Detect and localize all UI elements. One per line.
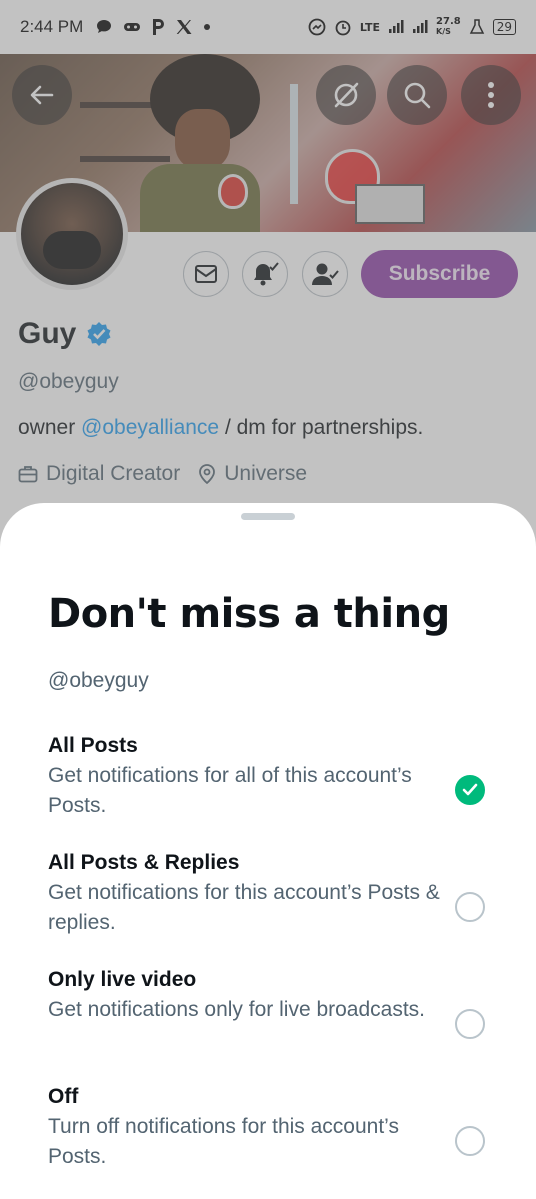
option-title: Off: [48, 1085, 79, 1108]
sheet-handle: @obeyguy: [48, 669, 149, 692]
notification-settings-sheet: Don't miss a thing @obeyguy All Posts Ge…: [0, 503, 536, 1199]
check-icon: [462, 783, 478, 796]
option-only-live-video[interactable]: Only live video Get notifications only f…: [48, 965, 498, 1039]
option-title: Only live video: [48, 968, 197, 991]
option-description: Get notifications only for live broadcas…: [48, 998, 426, 1021]
radio-selected[interactable]: [455, 775, 485, 805]
sheet-title: Don't miss a thing: [48, 591, 450, 637]
option-off[interactable]: Off Turn off notifications for this acco…: [48, 1082, 498, 1172]
option-description: Get notifications for all of this accoun…: [48, 764, 412, 817]
option-title: All Posts & Replies: [48, 851, 240, 874]
option-title: All Posts: [48, 734, 138, 757]
option-description: Turn off notifications for this account’…: [48, 1115, 399, 1168]
option-all-posts-replies[interactable]: All Posts & Replies Get notifications fo…: [48, 848, 498, 938]
radio-unselected[interactable]: [455, 1009, 485, 1039]
radio-unselected[interactable]: [455, 1126, 485, 1156]
radio-unselected[interactable]: [455, 892, 485, 922]
option-description: Get notifications for this account’s Pos…: [48, 881, 440, 934]
option-all-posts[interactable]: All Posts Get notifications for all of t…: [48, 731, 498, 821]
sheet-drag-handle[interactable]: [241, 513, 295, 520]
